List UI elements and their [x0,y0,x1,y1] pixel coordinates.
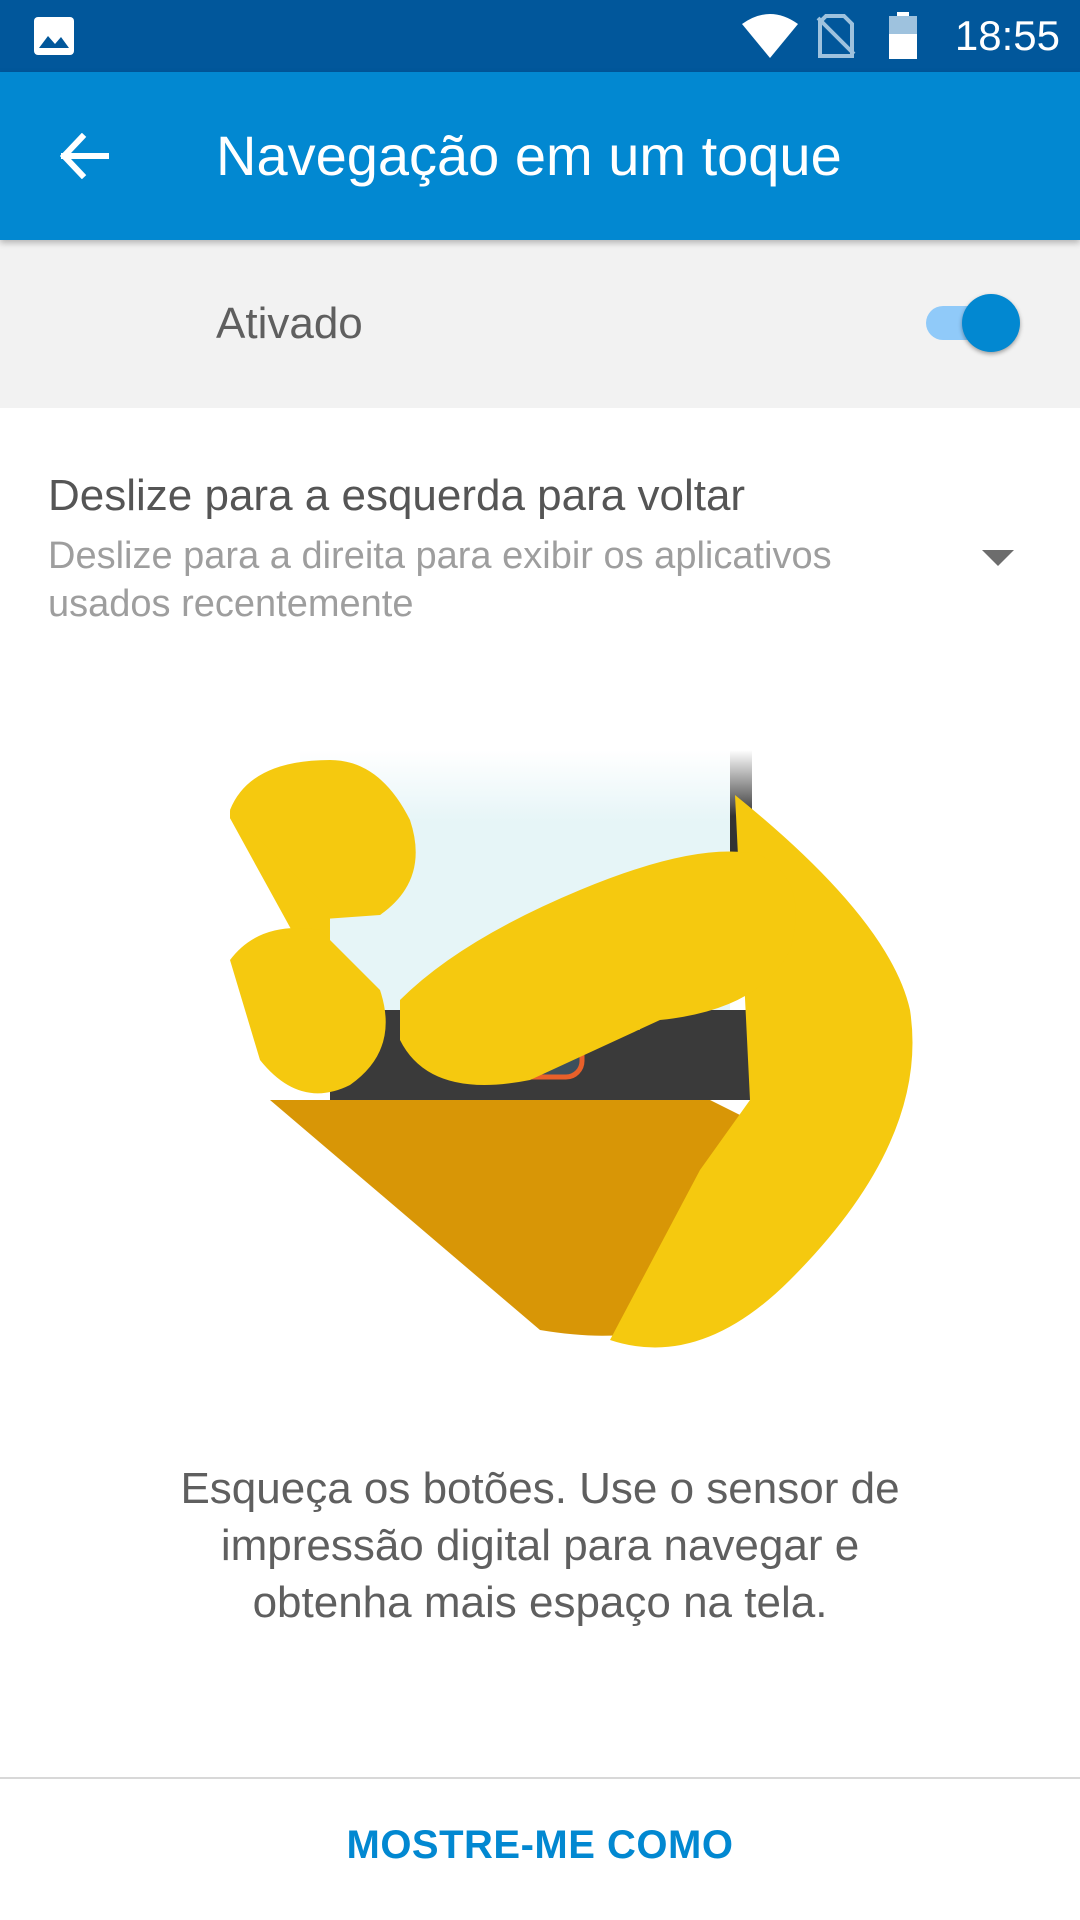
divider [0,1777,1080,1779]
gesture-setting-subtitle: Deslize para a direita para exibir os ap… [48,535,832,625]
feature-description: Esqueça os botões. Use o sensor de impre… [180,1464,900,1627]
gallery-icon [34,17,74,55]
status-bar: 18:55 [0,0,1080,72]
status-clock: 18:55 [954,12,1060,59]
master-switch-row[interactable]: Ativado [0,240,1080,408]
show-me-how-button[interactable]: MOSTRE-ME COMO [0,1790,1080,1900]
app-bar: Navegação em um toque [0,72,1080,240]
master-switch-label: Ativado [216,299,363,348]
gesture-setting-item[interactable]: Deslize para a esquerda para voltar Desl… [0,440,1080,640]
page-title: Navegação em um toque [216,124,842,187]
toggle-thumb [962,294,1020,352]
gesture-setting-title: Deslize para a esquerda para voltar [48,471,746,520]
master-toggle-switch[interactable] [924,292,1020,352]
hand-swipe-illustration [230,750,913,1348]
wifi-icon [742,14,798,58]
battery-icon [889,12,917,59]
no-sim-icon [816,14,856,58]
back-button[interactable] [40,116,130,196]
dropdown-arrow-icon[interactable] [976,536,1020,576]
arrow-back-icon [60,133,109,179]
